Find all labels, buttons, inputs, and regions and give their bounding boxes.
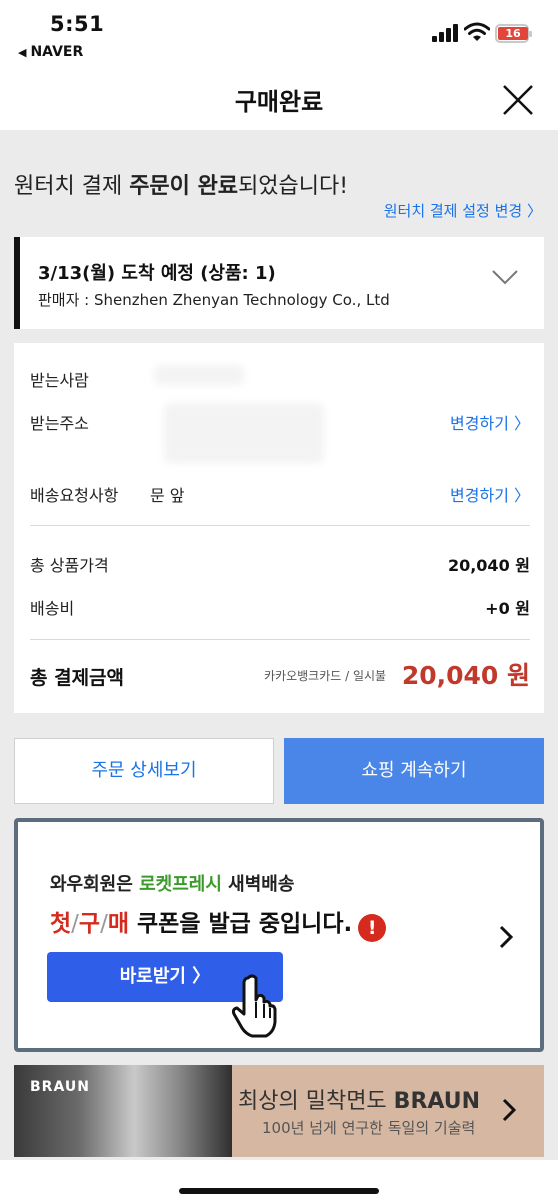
cellular-signal-icon — [432, 24, 458, 42]
home-indicator[interactable] — [179, 1188, 379, 1194]
promo-line2-rest: 쿠폰을 발급 중입니다. — [129, 911, 353, 937]
alert-icon: ! — [358, 914, 387, 942]
total-amount: 20,040 원 — [401, 661, 530, 690]
promo-first-char: 첫 — [50, 911, 72, 937]
back-triangle-icon: ◀ — [18, 46, 27, 59]
promo-sep: / — [100, 911, 108, 937]
braun-logo: BRAUN — [30, 1079, 90, 1095]
delivery-eta: 3/13(월) 도착 예정 (상품: 1) — [38, 263, 276, 284]
battery-level: 16 — [498, 27, 528, 40]
continue-shopping-button[interactable]: 쇼핑 계속하기 — [284, 738, 544, 804]
page-title: 구매완료 — [234, 88, 324, 116]
address-label: 받는주소 — [30, 414, 89, 433]
shipping-fee-label: 배송비 — [30, 599, 75, 618]
promo-sep: / — [71, 911, 79, 937]
subtotal-value: 20,040 원 — [447, 556, 530, 575]
onetouch-settings-link[interactable]: 원터치 결제 설정 변경 〉 — [384, 200, 542, 221]
shaver-product-image: BRAUN — [14, 1065, 232, 1157]
pointing-hand-icon — [231, 974, 277, 1038]
braun-headline-brand: BRAUN — [393, 1089, 481, 1114]
promo-line1-prefix: 와우회원은 — [50, 874, 140, 895]
order-info-card: 받는사람 받는주소 변경하기 〉 배송요청사항 문 앞 변경하기 〉 총 상품가… — [14, 343, 544, 713]
promo-second-char: 구 — [78, 911, 101, 937]
promo-line-2: 첫/구/매 쿠폰을 발급 중입니다.! — [50, 904, 387, 942]
close-icon[interactable] — [500, 82, 536, 118]
shipping-fee-value: +0 원 — [485, 599, 530, 618]
braun-ad-banner[interactable]: BRAUN 최상의 밀착면도 BRAUN 100년 넘게 연구한 독일의 기술력 — [14, 1065, 544, 1157]
recipient-redacted — [154, 365, 244, 385]
divider — [30, 525, 530, 526]
braun-subline: 100년 넘게 연구한 독일의 기술력 — [262, 1119, 476, 1137]
chevron-down-icon[interactable] — [490, 267, 520, 287]
address-change-link[interactable]: 변경하기 〉 — [450, 410, 530, 434]
bottom-safe-area — [0, 1160, 558, 1200]
page-header: 구매완료 — [0, 68, 558, 130]
headline-bold: 주문이 완료 — [129, 174, 239, 199]
back-app-label: NAVER — [30, 44, 84, 60]
promo-third-char: 매 — [107, 911, 130, 937]
address-redacted — [164, 403, 324, 463]
promo-rocketfresh: 로켓프레시 — [139, 874, 222, 895]
order-detail-button[interactable]: 주문 상세보기 — [14, 738, 274, 804]
status-bar: 5:51 ◀ NAVER 16 — [0, 0, 558, 68]
seller-name: 판매자 : Shenzhen Zhenyan Technology Co., L… — [38, 291, 390, 309]
headline-suffix: 되었습니다! — [238, 174, 349, 199]
recipient-label: 받는사람 — [30, 371, 89, 390]
subtotal-label: 총 상품가격 — [30, 556, 109, 575]
status-time: 5:51 — [50, 12, 105, 36]
delivery-request-label: 배송요청사항 — [30, 486, 119, 505]
coupon-promo-banner[interactable]: 와우회원은 로켓프레시 새벽배송 첫/구/매 쿠폰을 발급 중입니다.! 바로받… — [14, 818, 544, 1052]
promo-line-1: 와우회원은 로켓프레시 새벽배송 — [50, 870, 294, 896]
delivery-request-change-link[interactable]: 변경하기 〉 — [450, 482, 530, 506]
headline-prefix: 원터치 결제 — [14, 174, 130, 199]
delivery-card[interactable]: 3/13(월) 도착 예정 (상품: 1) 판매자 : Shenzhen Zhe… — [14, 237, 544, 329]
divider — [30, 639, 530, 640]
payment-method: 카카오뱅크카드 / 일시불 — [264, 669, 387, 683]
back-to-app-link[interactable]: ◀ NAVER — [18, 44, 83, 60]
braun-headline-prefix: 최상의 밀착면도 — [238, 1089, 394, 1114]
battery-icon: 16 — [495, 24, 532, 43]
chevron-right-icon[interactable] — [496, 924, 516, 950]
total-label: 총 결제금액 — [30, 667, 125, 689]
wifi-icon — [464, 22, 490, 41]
braun-headline: 최상의 밀착면도 BRAUN — [238, 1083, 480, 1115]
delivery-request-value: 문 앞 — [150, 486, 185, 505]
order-complete-message: 원터치 결제 주문이 완료되었습니다! — [14, 168, 348, 200]
chevron-right-icon[interactable] — [500, 1097, 518, 1123]
promo-line1-suffix: 새벽배송 — [221, 874, 295, 895]
